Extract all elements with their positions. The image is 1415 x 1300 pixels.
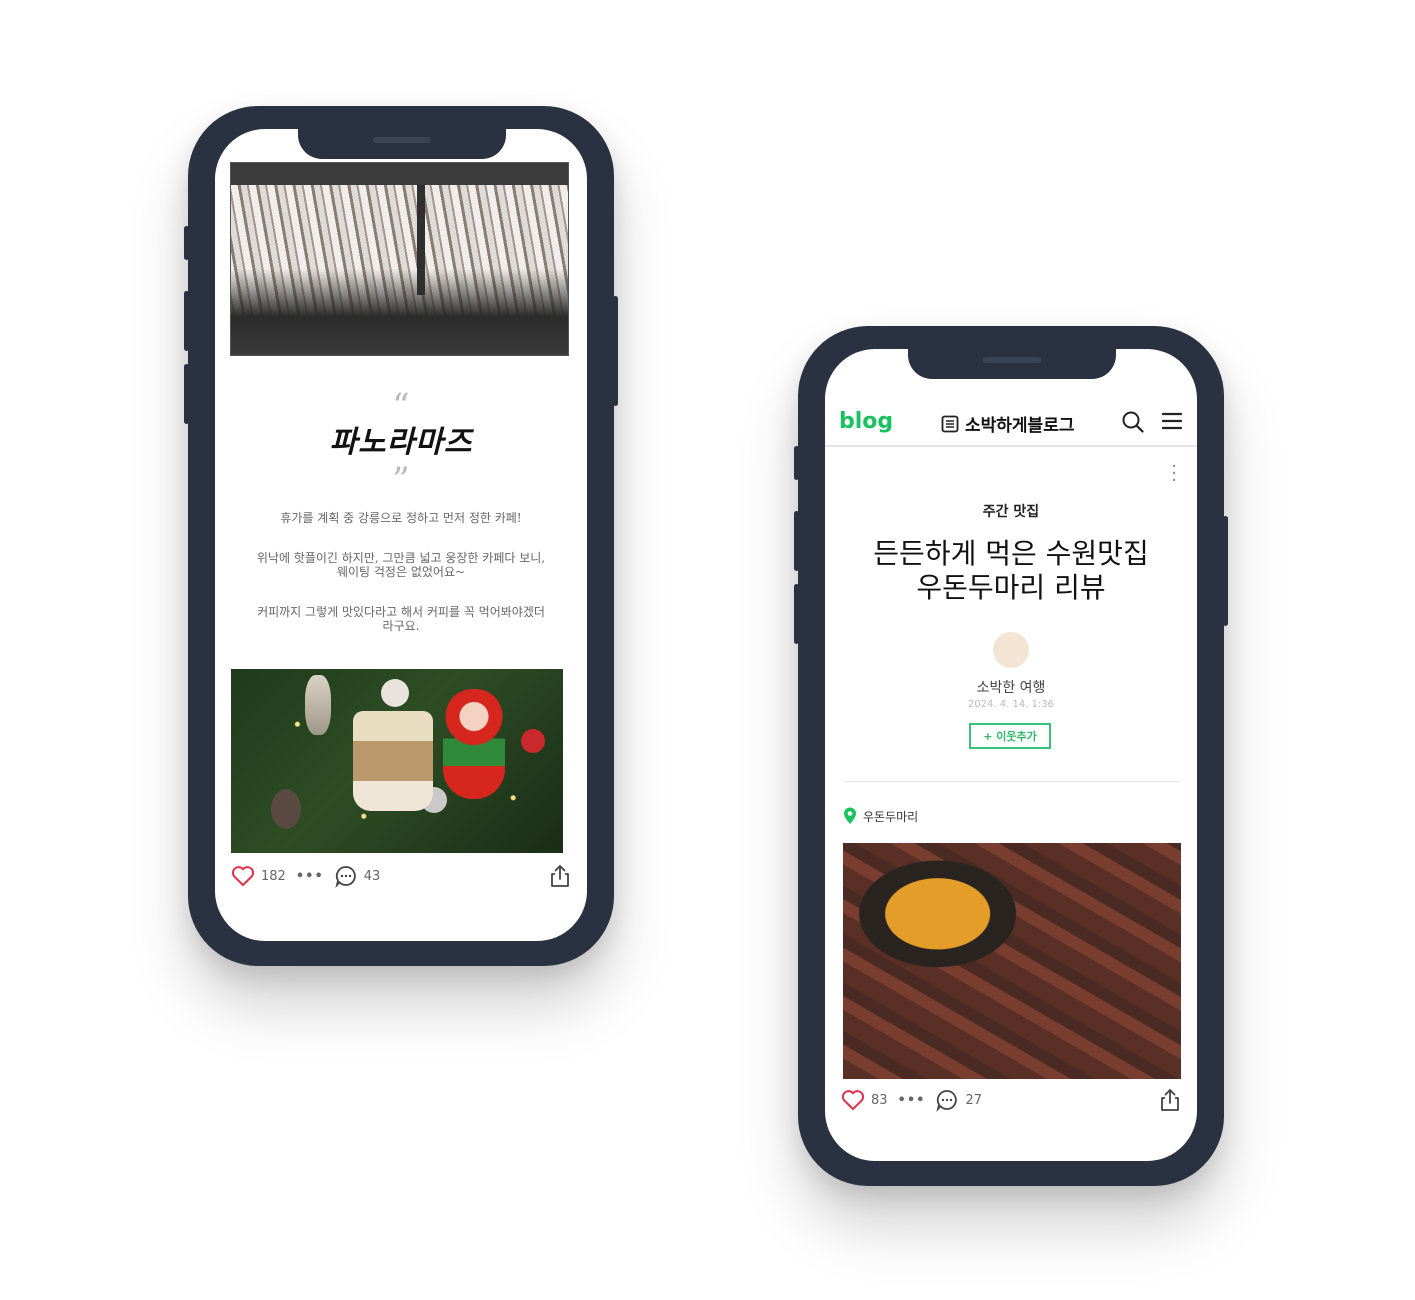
comment-icon[interactable] <box>334 864 358 888</box>
search-icon[interactable] <box>1121 410 1145 438</box>
post-date: 2024. 4. 14. 1:36 <box>967 699 1055 710</box>
post-title-line: 든든하게 먹은 수원맛집 <box>873 537 1149 570</box>
right-phone-mockup: blog 소박하게블로그 · · · 주간 맛집 든든하게 먹은 수원맛집 우돈두마… <box>794 326 1228 1186</box>
post-action-bar: 83 ••• 27 <box>841 1085 1181 1115</box>
ornament-ball <box>381 679 409 707</box>
volume-up-button <box>794 511 799 571</box>
author-name[interactable]: 소박한 여행 <box>825 677 1197 697</box>
left-phone-screen: “ 파노라마즈 ” 휴가를 계획 중 강릉으로 정하고 먼저 정한 카페! 위낙… <box>215 129 587 941</box>
post-category[interactable]: 주간 맛집 <box>825 501 1197 521</box>
mute-switch <box>184 226 189 260</box>
post-action-bar: 182 ••• 43 <box>231 861 571 891</box>
add-neighbor-button[interactable]: + 이웃추가 <box>969 723 1051 749</box>
heart-icon[interactable] <box>231 865 255 887</box>
heart-icon[interactable] <box>841 1089 865 1111</box>
blog-header: blog 소박하게블로그 <box>825 401 1197 447</box>
place-name: 우돈두마리 <box>863 809 919 824</box>
share-icon[interactable] <box>549 864 571 888</box>
volume-down-button <box>794 584 799 644</box>
power-button <box>613 296 618 406</box>
divider <box>845 781 1179 782</box>
post-title: 든든하게 먹은 수원맛집 우돈두마리 리뷰 <box>845 537 1177 605</box>
avatar[interactable] <box>993 632 1029 668</box>
bbq-food-photo[interactable] <box>843 843 1181 1079</box>
speaker <box>373 137 431 143</box>
kebab-menu-icon[interactable]: · · · <box>1171 458 1177 490</box>
santa-plush <box>443 689 505 799</box>
body-paragraph: 휴가를 계획 중 강릉으로 정하고 먼저 정한 카페! <box>280 511 522 525</box>
plush-toy <box>271 789 301 829</box>
post-title-line: 우돈두마리 리뷰 <box>916 571 1106 604</box>
like-count: 182 <box>261 868 286 884</box>
quote-close-icon: ” <box>392 460 410 500</box>
photo-window-frame <box>231 163 568 185</box>
like-count: 83 <box>871 1092 888 1108</box>
volume-up-button <box>184 291 189 351</box>
body-paragraph: 커피까지 그렇게 맛있다라고 해서 커피를 꼭 먹어봐야겠더라구요. <box>257 605 545 633</box>
speaker <box>983 357 1041 363</box>
place-link[interactable]: 우돈두마리 <box>843 807 918 825</box>
ornament-ball <box>521 729 545 753</box>
coffee-christmas-photo[interactable] <box>231 669 563 853</box>
menu-icon[interactable] <box>1161 410 1183 436</box>
notch <box>908 349 1116 379</box>
left-phone-mockup: “ 파노라마즈 ” 휴가를 계획 중 강릉으로 정하고 먼저 정한 카페! 위낙… <box>184 106 618 966</box>
coffee-cup <box>353 711 433 811</box>
more-icon[interactable]: ••• <box>898 1093 926 1108</box>
right-phone-screen: blog 소박하게블로그 · · · 주간 맛집 든든하게 먹은 수원맛집 우돈두마… <box>825 349 1197 1161</box>
notch <box>298 129 506 159</box>
blog-name: 소박하게블로그 <box>965 416 1075 436</box>
blog-logo[interactable]: blog <box>839 409 893 434</box>
post-title: 파노라마즈 <box>329 425 473 460</box>
list-icon <box>941 415 959 433</box>
photo-window-pillar <box>417 185 425 295</box>
cafe-snow-photo[interactable] <box>230 162 569 356</box>
pinecone-ornament <box>305 675 331 735</box>
share-icon[interactable] <box>1159 1088 1181 1112</box>
power-button <box>1223 516 1228 626</box>
volume-down-button <box>184 364 189 424</box>
comment-icon[interactable] <box>935 1088 959 1112</box>
more-icon[interactable]: ••• <box>296 869 324 884</box>
comment-count: 43 <box>363 868 381 884</box>
blog-name-link[interactable]: 소박하게블로그 <box>941 411 1074 436</box>
mute-switch <box>794 446 799 480</box>
comment-count: 27 <box>965 1092 983 1108</box>
location-pin-icon <box>843 807 857 825</box>
body-paragraph: 위낙에 핫플이긴 하지만, 그만큼 넓고 웅장한 카페다 보니, 웨이팅 걱정은… <box>256 551 546 579</box>
